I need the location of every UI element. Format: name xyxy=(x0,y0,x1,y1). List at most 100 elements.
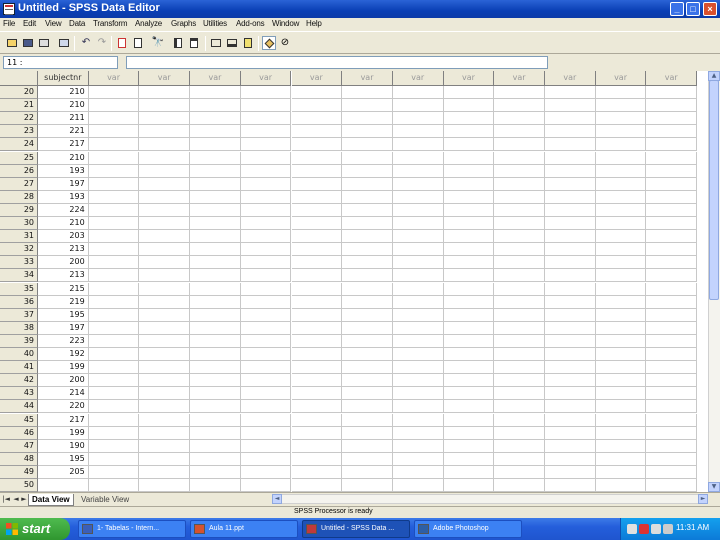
save-icon[interactable] xyxy=(21,36,35,50)
cell-empty[interactable] xyxy=(443,138,495,152)
cell-empty[interactable] xyxy=(88,452,140,466)
cell-subjectnr[interactable]: 217 xyxy=(38,413,89,427)
cell-empty[interactable] xyxy=(190,295,241,309)
cell-empty[interactable] xyxy=(392,138,444,152)
language-icon[interactable] xyxy=(627,524,637,534)
cell-empty[interactable] xyxy=(190,217,241,231)
cell-subjectnr[interactable]: 219 xyxy=(38,295,89,309)
cell-empty[interactable] xyxy=(88,138,140,152)
cell-empty[interactable] xyxy=(443,334,495,348)
cell-empty[interactable] xyxy=(342,282,393,296)
cell-subjectnr[interactable]: 195 xyxy=(38,308,89,322)
cell-empty[interactable] xyxy=(545,190,596,204)
cell-empty[interactable] xyxy=(291,112,343,126)
cell-empty[interactable] xyxy=(291,203,343,217)
cell-empty[interactable] xyxy=(291,479,343,492)
cell-empty[interactable] xyxy=(291,334,343,348)
volume-icon[interactable] xyxy=(663,524,673,534)
cell-empty[interactable] xyxy=(545,151,596,165)
cell-empty[interactable] xyxy=(545,99,596,113)
cell-empty[interactable] xyxy=(291,256,343,270)
cell-empty[interactable] xyxy=(545,334,596,348)
cell-empty[interactable] xyxy=(190,256,241,270)
cell-empty[interactable] xyxy=(190,243,241,257)
cell-empty[interactable] xyxy=(646,321,698,335)
open-file-icon[interactable] xyxy=(5,36,19,50)
cell-empty[interactable] xyxy=(139,151,191,165)
cell-empty[interactable] xyxy=(443,112,495,126)
cell-empty[interactable] xyxy=(392,256,444,270)
cell-empty[interactable] xyxy=(190,269,241,283)
cell-empty[interactable] xyxy=(595,308,647,322)
cell-empty[interactable] xyxy=(88,230,140,244)
cell-empty[interactable] xyxy=(646,348,698,362)
cell-empty[interactable] xyxy=(646,479,698,492)
cell-empty[interactable] xyxy=(88,295,140,309)
cell-empty[interactable] xyxy=(190,99,241,113)
cell-empty[interactable] xyxy=(88,321,140,335)
cell-empty[interactable] xyxy=(494,321,545,335)
cell-empty[interactable] xyxy=(291,269,343,283)
cell-empty[interactable] xyxy=(595,86,647,100)
cell-empty[interactable] xyxy=(443,203,495,217)
menu-edit[interactable]: Edit xyxy=(23,19,36,28)
cell-empty[interactable] xyxy=(392,308,444,322)
cell-empty[interactable] xyxy=(139,400,191,414)
insert-variable-icon[interactable] xyxy=(187,36,201,50)
cell-empty[interactable] xyxy=(88,308,140,322)
cell-subjectnr[interactable]: 213 xyxy=(38,243,89,257)
cell-empty[interactable] xyxy=(595,151,647,165)
cell-empty[interactable] xyxy=(646,112,698,126)
cell-empty[interactable] xyxy=(494,230,545,244)
cell-empty[interactable] xyxy=(139,361,191,375)
cell-empty[interactable] xyxy=(190,112,241,126)
column-header-var[interactable]: var xyxy=(392,71,444,86)
cell-empty[interactable] xyxy=(494,295,545,309)
cell-empty[interactable] xyxy=(545,308,596,322)
cell-empty[interactable] xyxy=(646,256,698,270)
taskbar-item-word[interactable]: 1- Tabelas - Intern... xyxy=(78,520,186,538)
cell-empty[interactable] xyxy=(392,295,444,309)
cell-subjectnr[interactable]: 193 xyxy=(38,190,89,204)
cell-empty[interactable] xyxy=(392,151,444,165)
cell-empty[interactable] xyxy=(443,151,495,165)
cell-empty[interactable] xyxy=(646,217,698,231)
cell-empty[interactable] xyxy=(494,413,545,427)
maximize-button[interactable]: □ xyxy=(686,2,700,16)
cell-empty[interactable] xyxy=(545,138,596,152)
cell-empty[interactable] xyxy=(342,348,393,362)
cell-empty[interactable] xyxy=(240,230,292,244)
cell-empty[interactable] xyxy=(494,177,545,191)
cell-empty[interactable] xyxy=(190,203,241,217)
row-header[interactable]: 45 xyxy=(0,413,38,427)
cell-empty[interactable] xyxy=(139,439,191,453)
cell-empty[interactable] xyxy=(545,426,596,440)
row-header[interactable]: 48 xyxy=(0,452,38,466)
cell-empty[interactable] xyxy=(646,452,698,466)
select-cases-icon[interactable] xyxy=(241,36,255,50)
cell-empty[interactable] xyxy=(595,387,647,401)
cell-empty[interactable] xyxy=(291,387,343,401)
row-header[interactable]: 44 xyxy=(0,400,38,414)
security-icon[interactable] xyxy=(639,524,649,534)
cell-empty[interactable] xyxy=(494,256,545,270)
cell-empty[interactable] xyxy=(392,452,444,466)
cell-empty[interactable] xyxy=(139,465,191,479)
horizontal-scrollbar[interactable] xyxy=(272,494,708,504)
cell-empty[interactable] xyxy=(494,99,545,113)
cell-empty[interactable] xyxy=(190,426,241,440)
cell-empty[interactable] xyxy=(545,413,596,427)
row-header[interactable]: 37 xyxy=(0,308,38,322)
cell-empty[interactable] xyxy=(88,439,140,453)
cell-empty[interactable] xyxy=(646,295,698,309)
cell-empty[interactable] xyxy=(88,465,140,479)
cell-empty[interactable] xyxy=(494,479,545,492)
cell-empty[interactable] xyxy=(443,282,495,296)
cell-empty[interactable] xyxy=(392,217,444,231)
cell-empty[interactable] xyxy=(240,387,292,401)
cell-empty[interactable] xyxy=(88,282,140,296)
cell-empty[interactable] xyxy=(392,243,444,257)
cell-empty[interactable] xyxy=(240,400,292,414)
cell-subjectnr[interactable]: 195 xyxy=(38,452,89,466)
column-header-var[interactable]: var xyxy=(443,71,495,86)
